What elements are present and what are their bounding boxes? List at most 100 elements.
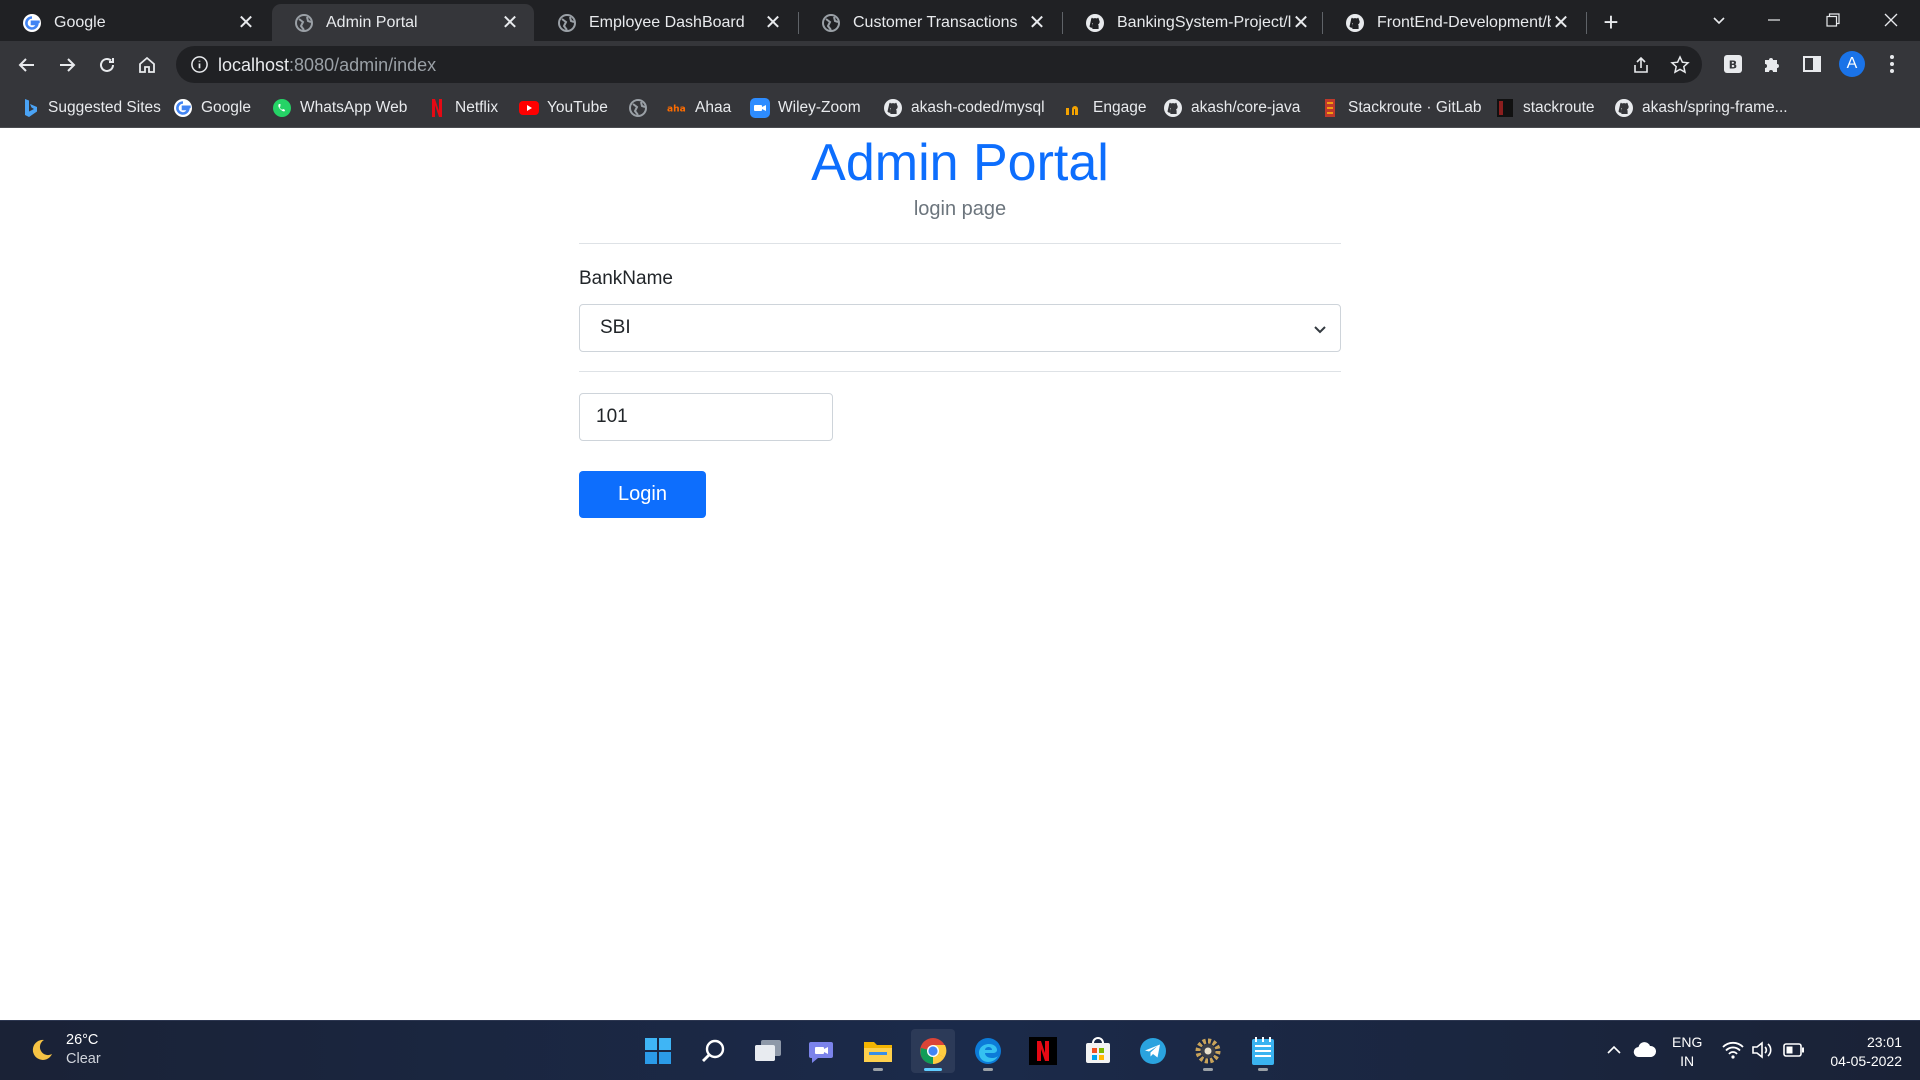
aha-icon: aha	[667, 98, 687, 118]
bookmark-suggested-sites[interactable]: Suggested Sites	[20, 96, 161, 120]
bookmark-label: Engage	[1093, 99, 1147, 116]
bookmark-youtube[interactable]: YouTube	[519, 96, 608, 120]
bookmark-whatsapp[interactable]: WhatsApp Web	[272, 96, 407, 120]
tab-strip: Google ✕ Admin Portal ✕ Employee DashBoa…	[0, 0, 1920, 41]
divider	[579, 371, 1341, 372]
extensions-button[interactable]	[1758, 50, 1786, 78]
telegram-button[interactable]	[1131, 1029, 1175, 1073]
weather-widget[interactable]: 26°C Clear	[28, 1031, 101, 1069]
tab-employee-dashboard[interactable]: Employee DashBoard ✕	[535, 4, 797, 41]
cloud-icon	[1633, 1042, 1657, 1058]
bookmark-google[interactable]: Google	[173, 96, 251, 120]
bookmark-engage[interactable]: Engage	[1065, 96, 1146, 120]
side-panel-icon	[1803, 56, 1821, 72]
clock-time: 23:01	[1866, 1034, 1902, 1050]
bookmark-wiley-zoom[interactable]: Wiley-Zoom	[750, 96, 861, 120]
netflix-icon	[427, 98, 447, 118]
teams-chat-button[interactable]	[801, 1029, 845, 1073]
restore-button[interactable]	[1804, 4, 1862, 36]
bookmark-label: YouTube	[547, 99, 608, 116]
bookmark-label: Stackroute · GitLab	[1348, 99, 1482, 116]
gitlab-icon	[1320, 98, 1340, 118]
battery-button[interactable]	[1781, 1037, 1807, 1063]
clock-date: 04-05-2022	[1830, 1053, 1902, 1069]
microsoft-store-button[interactable]	[1076, 1029, 1120, 1073]
bank-name-selected: SBI	[600, 317, 631, 338]
chevron-down-icon	[1713, 17, 1725, 25]
profile-avatar[interactable]: A	[1839, 51, 1865, 77]
forward-button[interactable]	[51, 49, 83, 81]
bookmark-stackroute[interactable]: stackroute	[1495, 96, 1595, 120]
url-text[interactable]: localhost:8080/admin/index	[218, 55, 436, 76]
page-title: Admin Portal	[811, 134, 1109, 192]
home-button[interactable]	[131, 49, 163, 81]
bookmark-akash-mysql[interactable]: akash-coded/mysql	[883, 96, 1045, 120]
tab-title: Employee DashBoard	[589, 13, 745, 31]
chrome-button[interactable]	[911, 1029, 955, 1073]
tab-search-button[interactable]	[1690, 4, 1748, 36]
admin-id-input[interactable]: 101	[579, 393, 833, 441]
onedrive-button[interactable]	[1632, 1037, 1658, 1063]
netflix-app-button[interactable]	[1021, 1029, 1065, 1073]
share-icon[interactable]	[1631, 55, 1651, 75]
github-icon	[883, 98, 903, 118]
browser-toolbar: localhost:8080/admin/index B A	[0, 41, 1920, 88]
start-button[interactable]	[636, 1029, 680, 1073]
bootstrap-extension-icon: B	[1724, 55, 1742, 73]
github-icon	[1614, 98, 1634, 118]
info-icon[interactable]	[190, 55, 209, 74]
login-button[interactable]: Login	[579, 471, 706, 518]
back-button[interactable]	[11, 49, 43, 81]
notepad-button[interactable]	[1241, 1029, 1285, 1073]
bookmark-label: akash/spring-frame...	[1642, 99, 1788, 116]
bookmark-akash-spring[interactable]: akash/spring-frame...	[1614, 96, 1788, 120]
close-icon[interactable]: ✕	[1551, 13, 1571, 33]
wifi-button[interactable]	[1720, 1037, 1746, 1063]
search-button[interactable]	[691, 1029, 735, 1073]
side-panel-button[interactable]	[1798, 50, 1826, 78]
bookmark-netflix[interactable]: Netflix	[427, 96, 498, 120]
file-explorer-button[interactable]	[856, 1029, 900, 1073]
bookmark-label: stackroute	[1523, 99, 1595, 116]
bookmark-ahaa[interactable]: aha Ahaa	[667, 96, 731, 120]
globe-icon	[821, 13, 841, 33]
bank-name-select[interactable]: SBI	[579, 304, 1341, 352]
microsoft-store-icon	[1086, 1037, 1110, 1063]
reload-button[interactable]	[91, 49, 123, 81]
clock[interactable]: 23:01 04-05-2022	[1830, 1033, 1902, 1071]
close-icon	[1884, 13, 1898, 27]
task-view-button[interactable]	[746, 1029, 790, 1073]
bookmark-globe[interactable]	[628, 96, 656, 120]
tab-google[interactable]: Google ✕	[0, 4, 270, 41]
close-icon[interactable]: ✕	[236, 13, 256, 33]
tab-banking-system[interactable]: BankingSystem-Project/list ✕	[1063, 4, 1325, 41]
settings-button[interactable]	[1186, 1029, 1230, 1073]
tab-admin-portal[interactable]: Admin Portal ✕	[272, 4, 534, 41]
close-icon[interactable]: ✕	[763, 13, 783, 33]
close-icon[interactable]: ✕	[1291, 13, 1311, 33]
menu-button[interactable]	[1878, 50, 1906, 78]
close-icon[interactable]: ✕	[1027, 13, 1047, 33]
edge-icon	[975, 1038, 1001, 1064]
volume-button[interactable]	[1749, 1037, 1775, 1063]
bookmark-stackroute-gitlab[interactable]: Stackroute · GitLab	[1320, 96, 1482, 120]
minimize-button[interactable]	[1745, 4, 1803, 36]
new-tab-button[interactable]: +	[1597, 7, 1625, 37]
tab-customer-transactions[interactable]: Customer Transactions ✕	[799, 4, 1061, 41]
close-window-button[interactable]	[1862, 4, 1920, 36]
language-indicator[interactable]: ENG IN	[1672, 1033, 1702, 1071]
close-icon[interactable]: ✕	[500, 13, 520, 33]
task-view-icon	[755, 1040, 781, 1061]
taskbar: 26°C Clear ENG IN 23:01 04-05-2022	[0, 1020, 1920, 1080]
extension-b-button[interactable]: B	[1719, 50, 1747, 78]
star-icon[interactable]	[1670, 55, 1690, 75]
bookmark-akash-core-java[interactable]: akash/core-java	[1163, 96, 1300, 120]
google-icon	[22, 13, 42, 33]
tab-frontend-development[interactable]: FrontEnd-Development/bo ✕	[1323, 4, 1585, 41]
show-hidden-icons-button[interactable]	[1601, 1037, 1627, 1063]
edge-button[interactable]	[966, 1029, 1010, 1073]
running-indicator	[983, 1068, 993, 1071]
address-bar[interactable]: localhost:8080/admin/index	[176, 46, 1702, 83]
language-code: ENG	[1672, 1034, 1703, 1050]
url-path: :8080/admin/index	[289, 55, 437, 75]
